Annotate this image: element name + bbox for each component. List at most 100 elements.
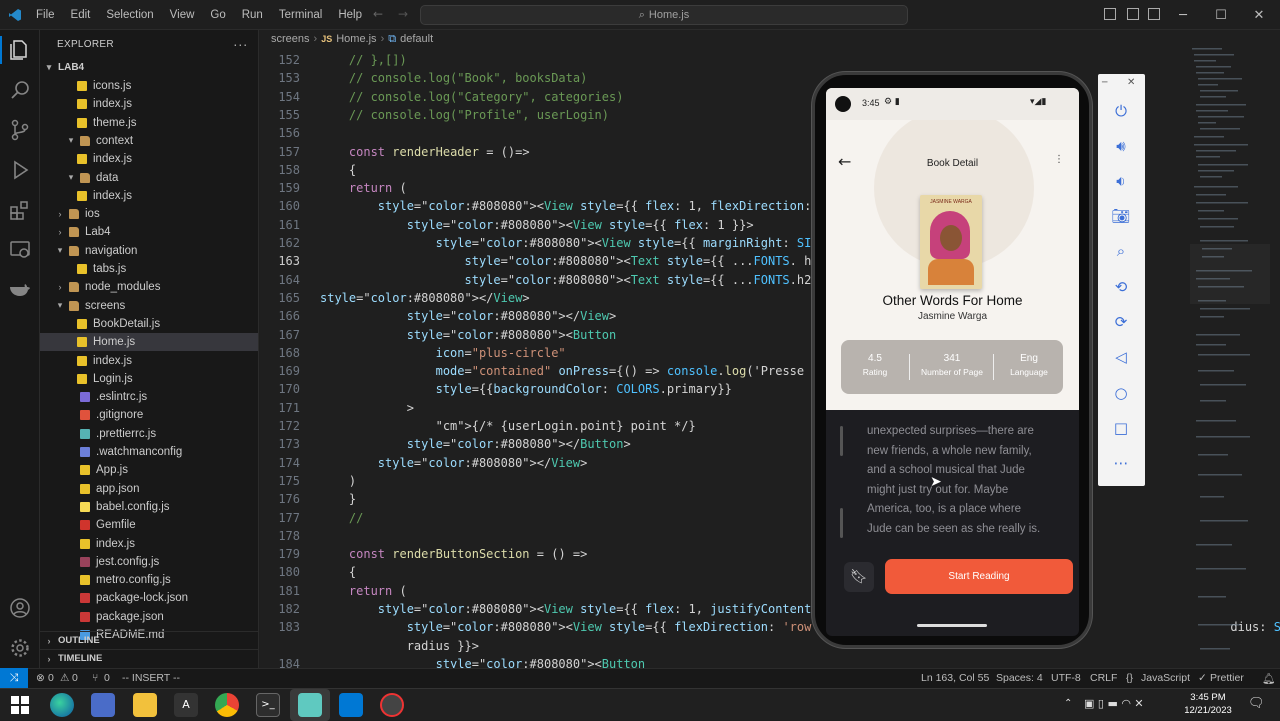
file-explorer-icon[interactable] [133, 693, 157, 717]
explorer-icon[interactable] [8, 38, 32, 62]
error-icon[interactable]: ⊗ [36, 672, 45, 684]
book-description[interactable]: unexpected surprises—there are new friend… [867, 422, 1067, 540]
file-item[interactable]: babel.config.js [40, 498, 258, 516]
close-window-button[interactable]: ✕ [1236, 0, 1280, 30]
cursor-position[interactable]: Ln 163, Col 55 [921, 672, 989, 684]
power-icon[interactable]: ⏻ [1110, 100, 1132, 122]
menu-item-edit[interactable]: Edit [63, 9, 99, 21]
start-reading-button[interactable]: Start Reading [885, 559, 1073, 594]
file-item[interactable]: metro.config.js [40, 571, 258, 589]
outline-section[interactable]: › OUTLINE [40, 631, 258, 649]
volume-up-icon[interactable]: 🔊︎ [1110, 135, 1132, 157]
file-item[interactable]: .prettierrc.js [40, 425, 258, 443]
volume-down-icon[interactable]: 🔉︎ [1110, 170, 1132, 192]
menu-item-run[interactable]: Run [234, 9, 271, 21]
timeline-section[interactable]: › TIMELINE [40, 649, 258, 667]
file-item[interactable]: index.js [40, 150, 258, 168]
folder-item[interactable]: ▾ screens [40, 297, 258, 315]
breadcrumb-file[interactable]: Home.js [336, 33, 376, 45]
rotate-right-icon[interactable]: ⟳ [1110, 311, 1132, 333]
file-item[interactable]: Home.js [40, 333, 258, 352]
file-item[interactable]: jest.config.js [40, 553, 258, 571]
gesture-navigation-bar[interactable] [917, 624, 987, 627]
bookmark-icon[interactable]: 🔖︎ [844, 562, 874, 592]
file-item[interactable]: App.js [40, 461, 258, 479]
minimap[interactable] [1190, 44, 1270, 664]
account-icon[interactable] [8, 596, 32, 620]
file-item[interactable]: .watchmanconfig [40, 443, 258, 461]
formatter[interactable]: Prettier [1210, 672, 1244, 684]
remote-indicator-icon[interactable]: ⤨ [0, 668, 28, 688]
file-item[interactable]: .eslintrc.js [40, 388, 258, 406]
extensions-icon[interactable] [8, 198, 32, 222]
menu-item-selection[interactable]: Selection [98, 9, 161, 21]
folder-item[interactable]: ▾ context [40, 132, 258, 150]
search-icon[interactable] [8, 78, 32, 102]
source-control-icon[interactable] [8, 118, 32, 142]
home-circle-icon[interactable]: ○ [1110, 382, 1132, 404]
notepad-app-icon[interactable] [298, 693, 322, 717]
run-debug-icon[interactable] [8, 158, 32, 182]
show-hidden-icons-icon[interactable]: ⌃ [1064, 698, 1072, 709]
back-triangle-icon[interactable]: ◁ [1110, 346, 1132, 368]
vscode-taskbar-icon[interactable] [339, 693, 363, 717]
docker-icon[interactable] [8, 278, 32, 302]
encoding[interactable]: UTF-8 [1051, 672, 1081, 684]
folder-item[interactable]: ▾ data [40, 169, 258, 187]
emulator-screen[interactable]: 3:45 ⚙ ▮ ▾◢▮ ← Book Detail ⋮ JASMINE WAR… [826, 88, 1079, 636]
menu-item-file[interactable]: File [28, 9, 63, 21]
remote-explorer-icon[interactable] [8, 238, 32, 262]
file-item[interactable]: theme.js [40, 114, 258, 132]
minimize-emulator-icon[interactable]: ─ [1102, 78, 1107, 88]
menu-item-help[interactable]: Help [330, 9, 370, 21]
chrome-icon[interactable] [215, 693, 239, 717]
project-root[interactable]: ▾ LAB4 [40, 58, 258, 76]
warning-icon[interactable]: ⚠ [60, 672, 69, 684]
folder-item[interactable]: › Lab4 [40, 223, 258, 241]
camera-icon[interactable]: 📷︎ [1110, 205, 1132, 227]
folder-item[interactable]: › ios [40, 205, 258, 223]
close-emulator-icon[interactable]: ✕ [1127, 77, 1135, 88]
rotate-left-icon[interactable]: ⟲ [1110, 276, 1132, 298]
windows-start-icon[interactable] [8, 693, 32, 717]
more-actions-icon[interactable]: ··· [233, 36, 248, 52]
nav-forward-icon[interactable]: → [398, 7, 408, 21]
file-item[interactable]: package-lock.json [40, 589, 258, 607]
indentation[interactable]: Spaces: 4 [996, 672, 1043, 684]
layout-secondary-icon[interactable] [1148, 8, 1160, 20]
file-item[interactable]: BookDetail.js [40, 315, 258, 333]
file-item[interactable]: Gemfile [40, 516, 258, 534]
more-icon[interactable]: ⋯ [1110, 452, 1132, 474]
folder-item[interactable]: ▾ navigation [40, 242, 258, 260]
terminal-icon[interactable]: >_ [256, 693, 280, 717]
font-app-icon[interactable]: A [174, 693, 198, 717]
file-item[interactable]: package.json [40, 608, 258, 626]
clock[interactable]: 3:45 PM 12/21/2023 [1178, 691, 1238, 717]
settings-gear-icon[interactable] [8, 636, 32, 660]
overview-square-icon[interactable]: □ [1110, 417, 1132, 439]
file-item[interactable]: icons.js [40, 77, 258, 95]
notification-center-icon[interactable]: 🗨︎ [1248, 696, 1265, 711]
file-item[interactable]: index.js [40, 95, 258, 113]
error-count[interactable]: 0 [48, 672, 54, 684]
edge-browser-icon[interactable] [50, 693, 74, 717]
breadcrumb-symbol[interactable]: default [400, 33, 433, 45]
code-line[interactable]: 152 // },[]) [260, 51, 1190, 69]
file-item[interactable]: Login.js [40, 370, 258, 388]
folder-item[interactable]: › node_modules [40, 278, 258, 296]
file-item[interactable]: index.js [40, 352, 258, 370]
file-item[interactable]: .gitignore [40, 406, 258, 424]
breadcrumb-folder[interactable]: screens [271, 33, 310, 45]
nav-back-icon[interactable]: ← [373, 7, 383, 21]
network-app-icon[interactable] [91, 693, 115, 717]
ports-count[interactable]: 0 [104, 672, 110, 684]
file-item[interactable]: tabs.js [40, 260, 258, 278]
menu-item-go[interactable]: Go [202, 9, 233, 21]
bell-icon[interactable]: 🔔︎ [1262, 672, 1275, 685]
file-item[interactable]: index.js [40, 535, 258, 553]
menu-item-terminal[interactable]: Terminal [271, 9, 330, 21]
file-item[interactable]: index.js [40, 187, 258, 205]
tray-icons[interactable]: ▣ ▯ ▬ ◠ ✕ [1084, 697, 1144, 710]
warning-count[interactable]: 0 [72, 672, 78, 684]
ports-icon[interactable]: ⑂ [92, 672, 98, 684]
